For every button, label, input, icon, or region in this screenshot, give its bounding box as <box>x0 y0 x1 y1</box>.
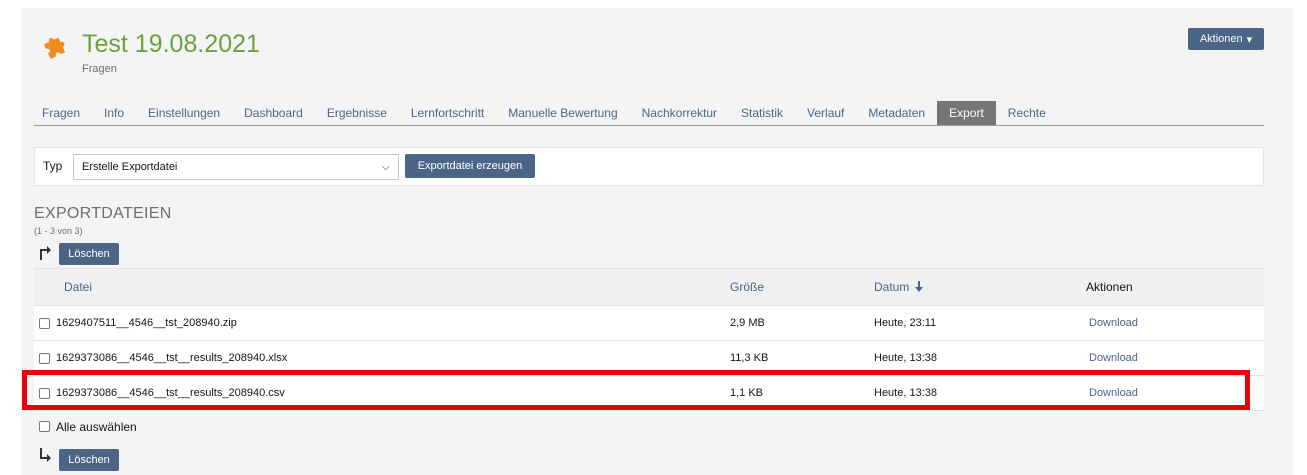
chevron-down-icon: ⌵ <box>381 160 390 173</box>
file-size: 1,1 KB <box>730 387 764 399</box>
select-all-row: Alle auswählen <box>34 410 1264 443</box>
file-size: 11,3 KB <box>730 352 769 364</box>
delete-button-bottom[interactable]: Löschen <box>59 449 119 471</box>
top-strip <box>0 0 1307 8</box>
page-title: Test 19.08.2021 <box>82 30 260 58</box>
actions-label: Aktionen <box>1199 33 1243 45</box>
header-file[interactable]: Datei <box>64 280 92 294</box>
delete-button-top[interactable]: Löschen <box>59 243 119 265</box>
row-checkbox[interactable] <box>39 353 50 364</box>
tab-nachkorrektur[interactable]: Nachkorrektur <box>630 101 729 125</box>
create-export-button[interactable]: Exportdatei erzeugen <box>405 154 535 178</box>
select-all-label[interactable]: Alle auswählen <box>56 420 137 434</box>
puzzle-icon <box>43 37 66 59</box>
actions-dropdown-button[interactable]: Aktionen ▾ <box>1188 28 1264 50</box>
export-type-select[interactable]: Erstelle Exportdatei ⌵ <box>73 154 399 180</box>
section-title: EXPORTDATEIEN <box>34 205 172 222</box>
table-row: 1629407511__4546__tst_208940.zip 2,9 MB … <box>34 305 1264 340</box>
file-name: 1629407511__4546__tst_208940.zip <box>56 317 237 329</box>
type-label: Typ <box>43 159 63 173</box>
tab-verlauf[interactable]: Verlauf <box>795 101 856 125</box>
select-all-checkbox[interactable] <box>39 421 50 432</box>
file-name: 1629373086__4546__tst__results_208940.cs… <box>56 387 285 399</box>
tab-ergebnisse[interactable]: Ergebnisse <box>315 101 399 125</box>
file-date: Heute, 13:38 <box>874 352 937 364</box>
row-checkbox[interactable] <box>39 318 50 329</box>
table-header: Datei Größe Datum Aktionen <box>34 268 1264 305</box>
file-size: 2,9 MB <box>730 317 765 329</box>
download-link[interactable]: Download <box>1089 317 1138 329</box>
file-name: 1629373086__4546__tst__results_208940.xl… <box>56 352 288 364</box>
tab-bar: Fragen Info Einstellungen Dashboard Erge… <box>34 101 1264 126</box>
header-size[interactable]: Größe <box>730 280 764 294</box>
export-toolbar: Typ Erstelle Exportdatei ⌵ Exportdatei e… <box>34 147 1264 186</box>
tab-manuelle-bewertung[interactable]: Manuelle Bewertung <box>496 101 629 125</box>
export-type-value: Erstelle Exportdatei <box>82 161 178 173</box>
tab-export[interactable]: Export <box>937 101 996 125</box>
header-actions: Aktionen <box>1086 280 1133 294</box>
tab-metadaten[interactable]: Metadaten <box>856 101 937 125</box>
tab-rechte[interactable]: Rechte <box>996 101 1058 125</box>
sort-down-icon <box>915 281 924 292</box>
download-link[interactable]: Download <box>1089 352 1138 364</box>
caret-down-icon: ▾ <box>1246 33 1253 46</box>
arrow-turn-down-right-icon <box>40 448 51 462</box>
tab-dashboard[interactable]: Dashboard <box>232 101 315 125</box>
row-checkbox[interactable] <box>39 388 50 399</box>
tab-statistik[interactable]: Statistik <box>729 101 795 125</box>
tab-fragen[interactable]: Fragen <box>34 101 92 125</box>
header-date-label: Datum <box>874 280 910 294</box>
file-date: Heute, 23:11 <box>874 317 937 329</box>
tab-info[interactable]: Info <box>92 101 136 125</box>
arrow-turn-right-icon <box>40 246 51 260</box>
table-row: 1629373086__4546__tst__results_208940.xl… <box>34 340 1264 375</box>
file-date: Heute, 13:38 <box>874 387 937 399</box>
result-count: (1 - 3 von 3) <box>34 226 83 236</box>
export-files-table: Datei Größe Datum Aktionen 1629407511__4… <box>34 268 1264 443</box>
tab-lernfortschritt[interactable]: Lernfortschritt <box>399 101 496 125</box>
download-link[interactable]: Download <box>1089 387 1138 399</box>
tab-einstellungen[interactable]: Einstellungen <box>136 101 232 125</box>
table-row: 1629373086__4546__tst__results_208940.cs… <box>34 375 1264 410</box>
page-subtitle: Fragen <box>82 63 117 75</box>
header-date[interactable]: Datum <box>874 280 924 294</box>
